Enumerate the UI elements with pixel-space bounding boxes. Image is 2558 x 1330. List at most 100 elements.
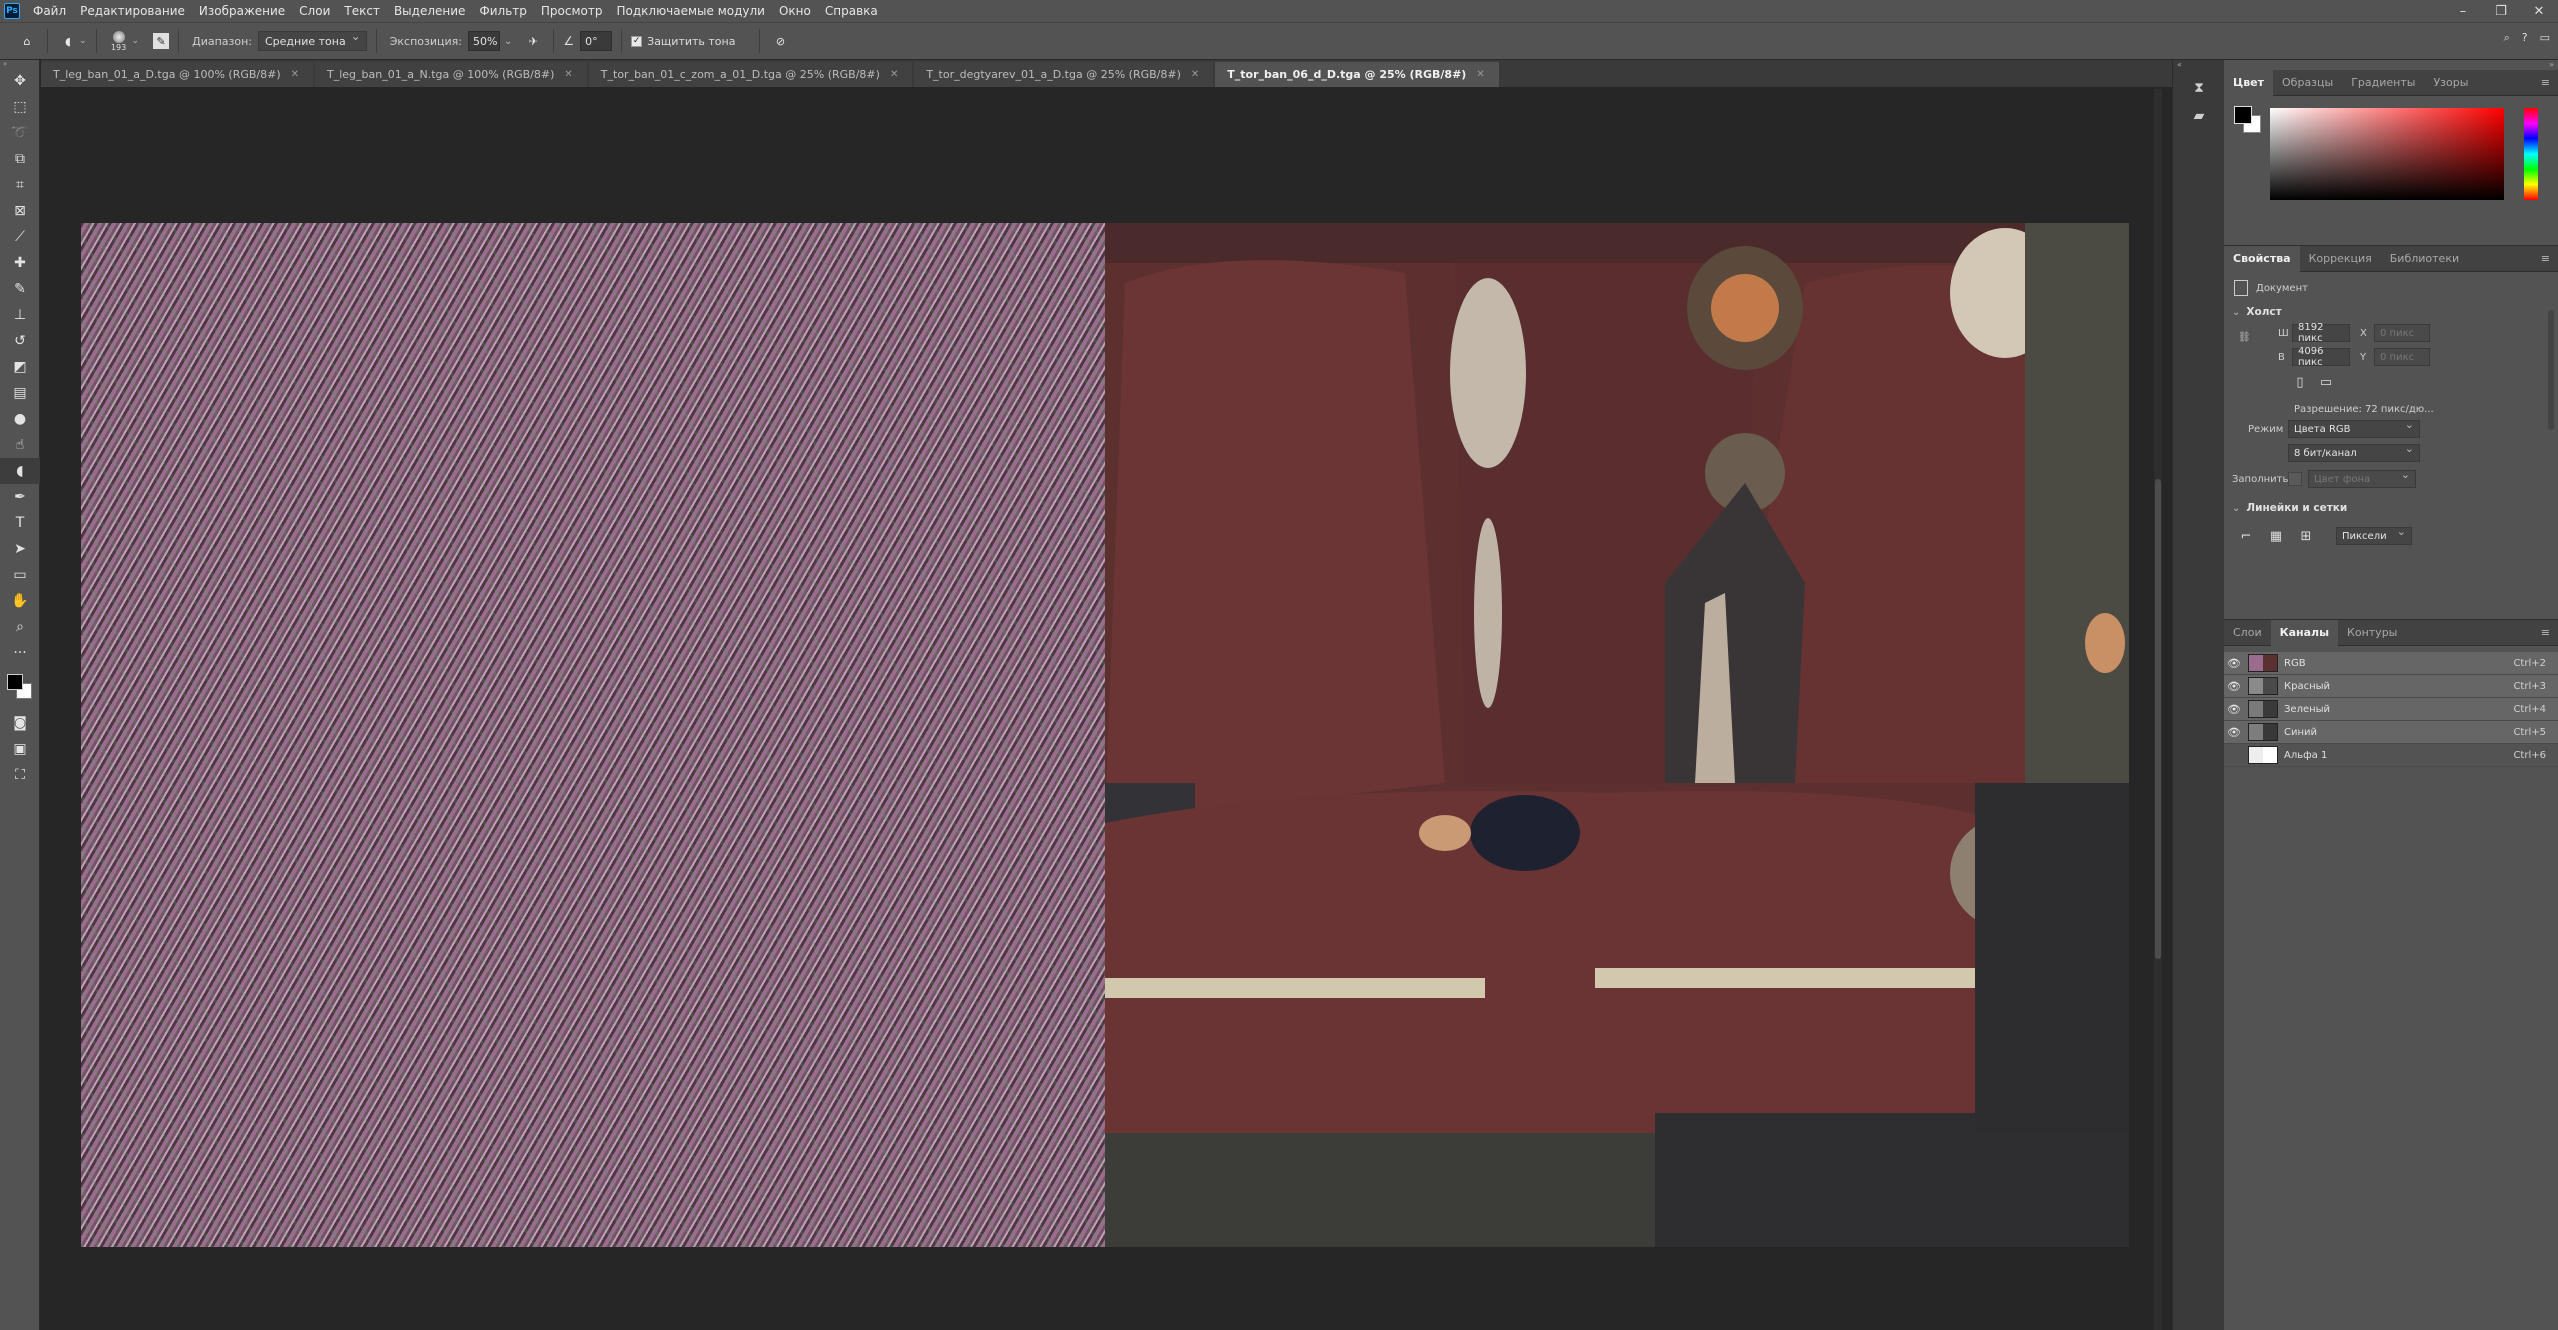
channel-rgb[interactable]: 👁 RGB Ctrl+2 — [2224, 652, 2558, 675]
height-input[interactable]: 4096 пикс — [2292, 346, 2350, 368]
bits-select-field[interactable]: 8 бит/канал — [2288, 442, 2420, 462]
foreground-color-swatch[interactable] — [7, 674, 23, 690]
dodge-icon[interactable]: ◖ — [0, 458, 40, 484]
grid-icon[interactable]: ▦ — [2266, 526, 2286, 546]
home-icon[interactable]: ⌂ — [16, 30, 38, 52]
crop-icon[interactable]: ⌗ — [0, 172, 40, 198]
pressure-size-icon[interactable]: ⊘ — [769, 30, 791, 52]
menu-help[interactable]: Справка — [818, 4, 885, 18]
exposure-dropdown-icon[interactable]: ⌄ — [504, 36, 512, 47]
tab-adjustments[interactable]: Коррекция — [2300, 246, 2381, 272]
angle-input[interactable]: 0° — [580, 31, 613, 51]
brush-settings-icon[interactable]: ✎ — [153, 33, 170, 49]
brush-icon[interactable]: ✎ — [0, 276, 40, 302]
minimize-icon[interactable]: – — [2444, 0, 2482, 22]
preset-dropdown-icon[interactable]: ⌄ — [79, 36, 87, 46]
channel-green[interactable]: 👁 Зеленый Ctrl+4 — [2224, 698, 2558, 721]
marquee-icon[interactable]: ⬚ — [0, 94, 40, 120]
gradient-icon[interactable]: ▤ — [0, 380, 40, 406]
tab-leg-ban-d[interactable]: T_leg_ban_01_a_D.tga @ 100% (RGB/8#) ✕ — [41, 62, 314, 87]
pen-icon[interactable]: ✒ — [0, 484, 40, 510]
portrait-icon[interactable]: ▯ — [2290, 372, 2310, 392]
close-tab-icon[interactable]: ✕ — [564, 69, 572, 80]
more-tools-icon[interactable]: ··· — [0, 640, 40, 666]
history-brush-icon[interactable]: ↺ — [0, 328, 40, 354]
canvas-area[interactable] — [41, 89, 2172, 1330]
eyedropper-icon[interactable]: ⟋ — [0, 224, 40, 250]
tab-tor-degtyarev[interactable]: T_tor_degtyarev_01_a_D.tga @ 25% (RGB/8#… — [914, 62, 1214, 87]
tab-gradients[interactable]: Градиенты — [2342, 70, 2424, 96]
tab-leg-ban-n[interactable]: T_leg_ban_01_a_N.tga @ 100% (RGB/8#) ✕ — [315, 62, 587, 87]
eye-icon[interactable]: 👁 — [2224, 726, 2244, 739]
menu-layers[interactable]: Слои — [292, 4, 337, 18]
collapse-tools-icon[interactable]: » — [0, 60, 39, 68]
channel-blue[interactable]: 👁 Синий Ctrl+5 — [2224, 721, 2558, 744]
edit-toolbar-icon[interactable]: ⛶ — [0, 762, 40, 788]
color-foreground-swatch[interactable] — [2234, 106, 2252, 124]
tab-paths[interactable]: Контуры — [2338, 620, 2406, 646]
link-icon[interactable]: ⛓ — [2238, 332, 2251, 343]
guides-icon[interactable]: ⊞ — [2296, 526, 2316, 546]
menu-file[interactable]: Файл — [26, 4, 73, 18]
collapse-panels-icon[interactable]: » — [2224, 60, 2558, 70]
color-picker-field[interactable] — [2270, 108, 2504, 200]
screen-mode-icon[interactable]: ▣ — [0, 736, 40, 762]
x-input[interactable]: 0 пикс — [2374, 324, 2430, 342]
channel-alpha[interactable]: Альфа 1 Ctrl+6 — [2224, 744, 2558, 767]
menu-image[interactable]: Изображение — [192, 4, 292, 18]
frame-icon[interactable]: ⊠ — [0, 198, 40, 224]
collapse-dock-icon[interactable]: « — [2173, 60, 2224, 74]
eye-icon[interactable]: 👁 — [2224, 657, 2244, 670]
search-icon[interactable]: ⌕ — [2504, 31, 2510, 45]
menu-edit[interactable]: Редактирование — [73, 4, 192, 18]
smudge-icon[interactable]: ☝ — [0, 432, 40, 458]
protect-tones-checkbox[interactable]: ✓ — [631, 35, 643, 47]
close-tab-icon[interactable]: ✕ — [1191, 69, 1199, 80]
landscape-icon[interactable]: ▭ — [2316, 372, 2336, 392]
object-select-icon[interactable]: ⧉ — [0, 146, 40, 172]
exposure-input[interactable]: 50% — [467, 31, 500, 51]
vertical-scrollbar[interactable] — [2154, 89, 2162, 1330]
tab-swatches[interactable]: Образцы — [2273, 70, 2342, 96]
units-select[interactable]: Пиксели — [2336, 525, 2412, 545]
airbrush-icon[interactable]: ✈ — [522, 30, 544, 52]
rulers-icon[interactable]: ⌐ — [2236, 526, 2256, 546]
y-input[interactable]: 0 пикс — [2374, 348, 2430, 366]
eraser-icon[interactable]: ◩ — [0, 354, 40, 380]
fill-select[interactable]: Цвет фона — [2308, 468, 2416, 488]
properties-scrollbar[interactable] — [2548, 310, 2554, 430]
restore-icon[interactable]: ❐ — [2482, 0, 2520, 22]
tab-libraries[interactable]: Библиотеки — [2381, 246, 2468, 272]
rulers-section[interactable]: ⌄ Линейки и сетки — [2232, 502, 2347, 514]
dodge-tool-preset-icon[interactable]: ◖ — [57, 30, 79, 52]
zoom-icon[interactable]: ⌕ — [0, 614, 40, 640]
close-window-icon[interactable]: ✕ — [2520, 0, 2558, 22]
close-tab-icon[interactable]: ✕ — [291, 69, 299, 80]
tab-tor-ban-06[interactable]: T_tor_ban_06_d_D.tga @ 25% (RGB/8#) ✕ — [1215, 62, 1499, 87]
type-icon[interactable]: T — [0, 510, 40, 536]
path-select-icon[interactable]: ➤ — [0, 536, 40, 562]
hand-icon[interactable]: ✋ — [0, 588, 40, 614]
fill-swatch[interactable] — [2288, 472, 2302, 486]
blur-icon[interactable]: ● — [0, 406, 40, 432]
eye-icon[interactable]: 👁 — [2224, 680, 2244, 693]
canvas-section[interactable]: ⌄ Холст — [2232, 306, 2282, 318]
brush-preset-picker[interactable]: 193 — [106, 30, 132, 52]
tab-channels[interactable]: Каналы — [2270, 619, 2339, 646]
menu-filter[interactable]: Фильтр — [472, 4, 533, 18]
workspace-icon[interactable]: ▭ — [2540, 31, 2550, 45]
tab-color[interactable]: Цвет — [2224, 69, 2274, 96]
quick-mask-icon[interactable]: ◙ — [0, 710, 40, 736]
mode-select[interactable]: Цвета RGB — [2288, 418, 2420, 438]
menu-plugins[interactable]: Подключаемые модули — [609, 4, 772, 18]
document-canvas[interactable] — [81, 223, 2129, 1247]
scrollbar-thumb[interactable] — [2155, 479, 2161, 959]
brush-dropdown-icon[interactable]: ⌄ — [132, 36, 140, 46]
healing-brush-icon[interactable]: ✚ — [0, 250, 40, 276]
rectangle-icon[interactable]: ▭ — [0, 562, 40, 588]
panel-menu-icon[interactable]: ≡ — [2541, 76, 2550, 89]
tab-tor-ban-zom[interactable]: T_tor_ban_01_c_zom_a_01_D.tga @ 25% (RGB… — [588, 62, 913, 87]
panel-menu-icon[interactable]: ≡ — [2541, 252, 2550, 265]
hue-slider[interactable] — [2524, 108, 2538, 200]
tab-patterns[interactable]: Узоры — [2424, 70, 2477, 96]
